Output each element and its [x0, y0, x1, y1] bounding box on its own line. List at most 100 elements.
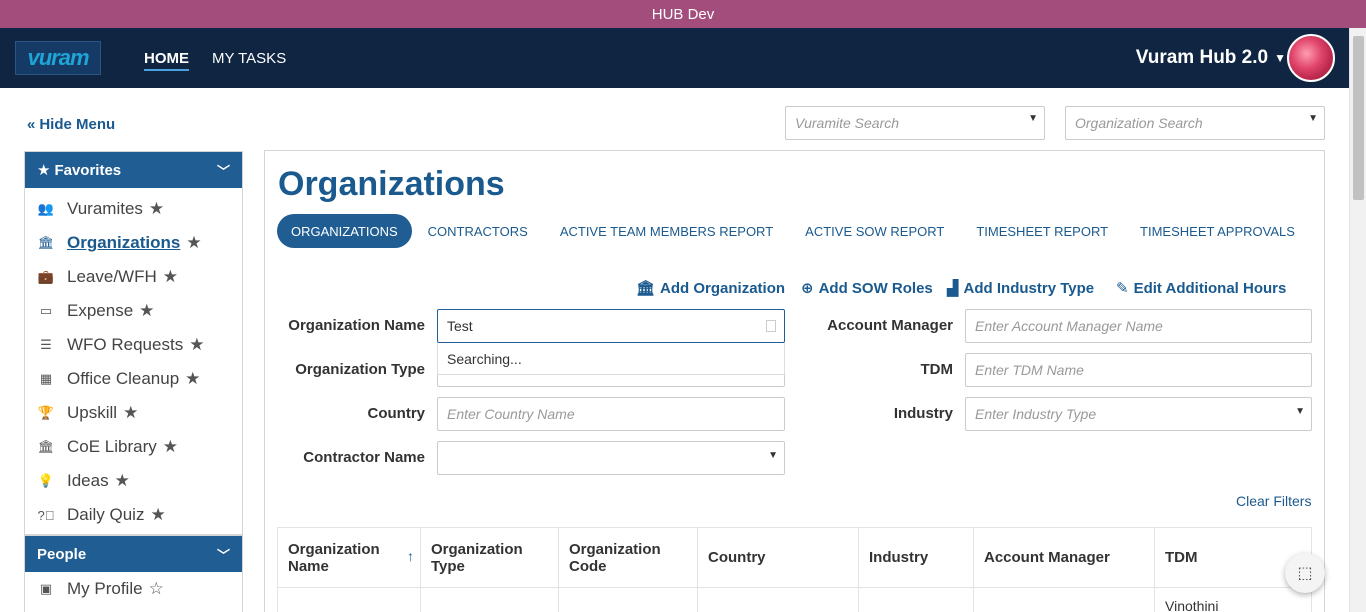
contractor-label: Contractor Name [303, 449, 425, 466]
country-label: Country [367, 405, 426, 422]
searching-text: Searching... [447, 351, 522, 367]
id-card-icon: ▣ [39, 581, 53, 596]
star-icon[interactable]: ★ [139, 301, 154, 321]
edit-additional-hours-button[interactable]: ✎ Edit Additional Hours [1116, 278, 1286, 298]
tab-timesheet-report[interactable]: TIMESHEET REPORT [960, 214, 1124, 248]
organizations-grid: Organization Name ↑ Organization Type Or… [277, 527, 1312, 612]
column-header-label: Account Manager [984, 549, 1110, 566]
money-icon: ▭ [39, 303, 53, 318]
briefcase-icon: 💼 [37, 269, 55, 284]
window-title: HUB Dev [651, 5, 715, 23]
org-name-value: Test [447, 318, 473, 334]
column-header-label: TDM [1165, 549, 1198, 566]
grid-header: Organization Name ↑ Organization Type Or… [278, 528, 1311, 588]
org-name-input[interactable]: Test [437, 309, 785, 343]
sidebar-item-label: Expense [67, 301, 134, 320]
edit-additional-hours-label: Edit Additional Hours [1133, 279, 1287, 297]
sidebar-item-vuramites[interactable]: 👥 Vuramites ★ [25, 192, 242, 226]
nav-my-tasks[interactable]: MY TASKS [212, 28, 286, 88]
hide-menu-label: Hide Menu [39, 116, 116, 133]
column-header[interactable]: Industry [859, 528, 974, 587]
column-header[interactable]: Organization Code [559, 528, 698, 587]
column-header[interactable]: Organization Type [421, 528, 559, 587]
clear-filters-link[interactable]: Clear Filters [1236, 493, 1311, 509]
sidebar-item-label: Office Cleanup [67, 369, 180, 388]
tab-active-sow-report[interactable]: ACTIVE SOW REPORT [789, 214, 960, 248]
add-industry-type-button[interactable]: ▟ Add Industry Type [947, 278, 1094, 298]
country-input[interactable]: Enter Country Name [437, 397, 785, 431]
app-switcher[interactable]: Vuram Hub 2.0 ▼ [1136, 28, 1286, 88]
star-icon[interactable]: ★ [123, 403, 138, 423]
table-cell: Vinothini [1165, 598, 1219, 612]
industry-icon: ▟ [947, 280, 959, 297]
sidebar-item-ideas[interactable]: 💡 Ideas ★ [25, 464, 242, 498]
caret-down-icon: ▼ [1274, 51, 1286, 65]
star-outline-icon[interactable]: ☆ [149, 579, 164, 599]
star-icon[interactable]: ★ [189, 335, 204, 355]
star-icon: ★ [37, 162, 51, 179]
chevron-down-icon: ﹀ [216, 548, 230, 563]
page-scrollbar[interactable] [1349, 28, 1366, 612]
sidebar-item-coe-library[interactable]: 🏛 CoE Library ★ [25, 430, 242, 464]
organization-search-placeholder: Organization Search [1075, 115, 1203, 131]
caret-down-icon: ▼ [1295, 406, 1305, 417]
contractor-select[interactable]: ▼ [437, 441, 785, 475]
caret-down-icon: ▼ [768, 450, 778, 461]
column-header[interactable]: Organization Name ↑ [278, 528, 421, 587]
people-header[interactable]: People ﹀ [25, 536, 242, 572]
favorites-header[interactable]: ★ Favorites ﹀ [25, 152, 242, 188]
table-cell [859, 588, 974, 612]
sidebar-item-my-profile[interactable]: ▣ My Profile ☆ [25, 572, 242, 606]
sort-ascending-icon[interactable]: ↑ [407, 548, 414, 564]
logo-text: vuram [27, 45, 89, 70]
table-cell [421, 588, 559, 612]
table-row[interactable]: Vinothini [278, 588, 1311, 612]
column-header[interactable]: Country [698, 528, 859, 587]
sidebar-item-expense[interactable]: ▭ Expense ★ [25, 294, 242, 328]
tab-organizations[interactable]: ORGANIZATIONS [277, 214, 412, 248]
sidebar-item-organizations[interactable]: 🏛 Organizations ★ [25, 226, 242, 260]
star-icon[interactable]: ★ [150, 505, 165, 525]
sidebar-item-label: Daily Quiz [67, 505, 145, 524]
clear-icon[interactable] [766, 320, 776, 332]
tdm-input[interactable]: Enter TDM Name [965, 353, 1312, 387]
sidebar-item-wfo-requests[interactable]: ☰ WFO Requests ★ [25, 328, 242, 362]
sidebar-item-daily-quiz[interactable]: ?⃝ Daily Quiz ★ [25, 498, 242, 532]
star-icon[interactable]: ★ [185, 369, 200, 389]
tab-contractors[interactable]: CONTRACTORS [412, 214, 544, 248]
tdm-placeholder: Enter TDM Name [975, 362, 1084, 378]
add-sow-roles-button[interactable]: ⊕ Add SOW Roles [801, 278, 933, 298]
sidebar-item-upskill[interactable]: 🏆 Upskill ★ [25, 396, 242, 430]
double-chevron-left-icon: « [27, 116, 36, 133]
vuramite-search[interactable]: Vuramite Search ▼ [785, 106, 1045, 140]
industry-select[interactable]: Enter Industry Type ▼ [965, 397, 1312, 431]
star-icon[interactable]: ★ [115, 471, 130, 491]
nav-home[interactable]: HOME [144, 28, 189, 88]
star-icon[interactable]: ★ [149, 199, 164, 219]
vuram-logo[interactable]: vuram [15, 41, 101, 75]
organization-search[interactable]: Organization Search ▼ [1065, 106, 1325, 140]
column-header[interactable]: Account Manager [974, 528, 1155, 587]
cursor-select-icon[interactable]: ⬚ [1285, 553, 1325, 593]
bank-icon: 🏛 [37, 235, 55, 250]
column-header-label: Country [708, 549, 766, 566]
column-header-label: Organization Name [288, 540, 380, 575]
add-sow-roles-label: Add SOW Roles [818, 279, 933, 297]
table-cell [278, 588, 421, 612]
scrollbar-thumb[interactable] [1353, 36, 1364, 200]
sidebar-item-label: WFO Requests [67, 335, 184, 354]
tab-timesheet-approvals[interactable]: TIMESHEET APPROVALS [1124, 214, 1311, 248]
sidebar-item-office-cleanup[interactable]: ▦ Office Cleanup ★ [25, 362, 242, 396]
tab-active-team-members-report[interactable]: ACTIVE TEAM MEMBERS REPORT [544, 214, 789, 248]
sidebar-item-leave-wfh[interactable]: 💼 Leave/WFH ★ [25, 260, 242, 294]
hide-menu-link[interactable]: « Hide Menu [27, 116, 115, 133]
account-manager-label: Account Manager [827, 317, 953, 334]
question-icon: ?⃝ [37, 507, 55, 523]
account-manager-input[interactable]: Enter Account Manager Name [965, 309, 1312, 343]
add-organization-button[interactable]: 🏛 Add Organization [636, 278, 785, 298]
table-cell [559, 588, 698, 612]
star-icon[interactable]: ★ [163, 267, 178, 287]
star-icon[interactable]: ★ [186, 233, 201, 253]
avatar[interactable] [1287, 34, 1335, 82]
star-icon[interactable]: ★ [163, 437, 178, 457]
